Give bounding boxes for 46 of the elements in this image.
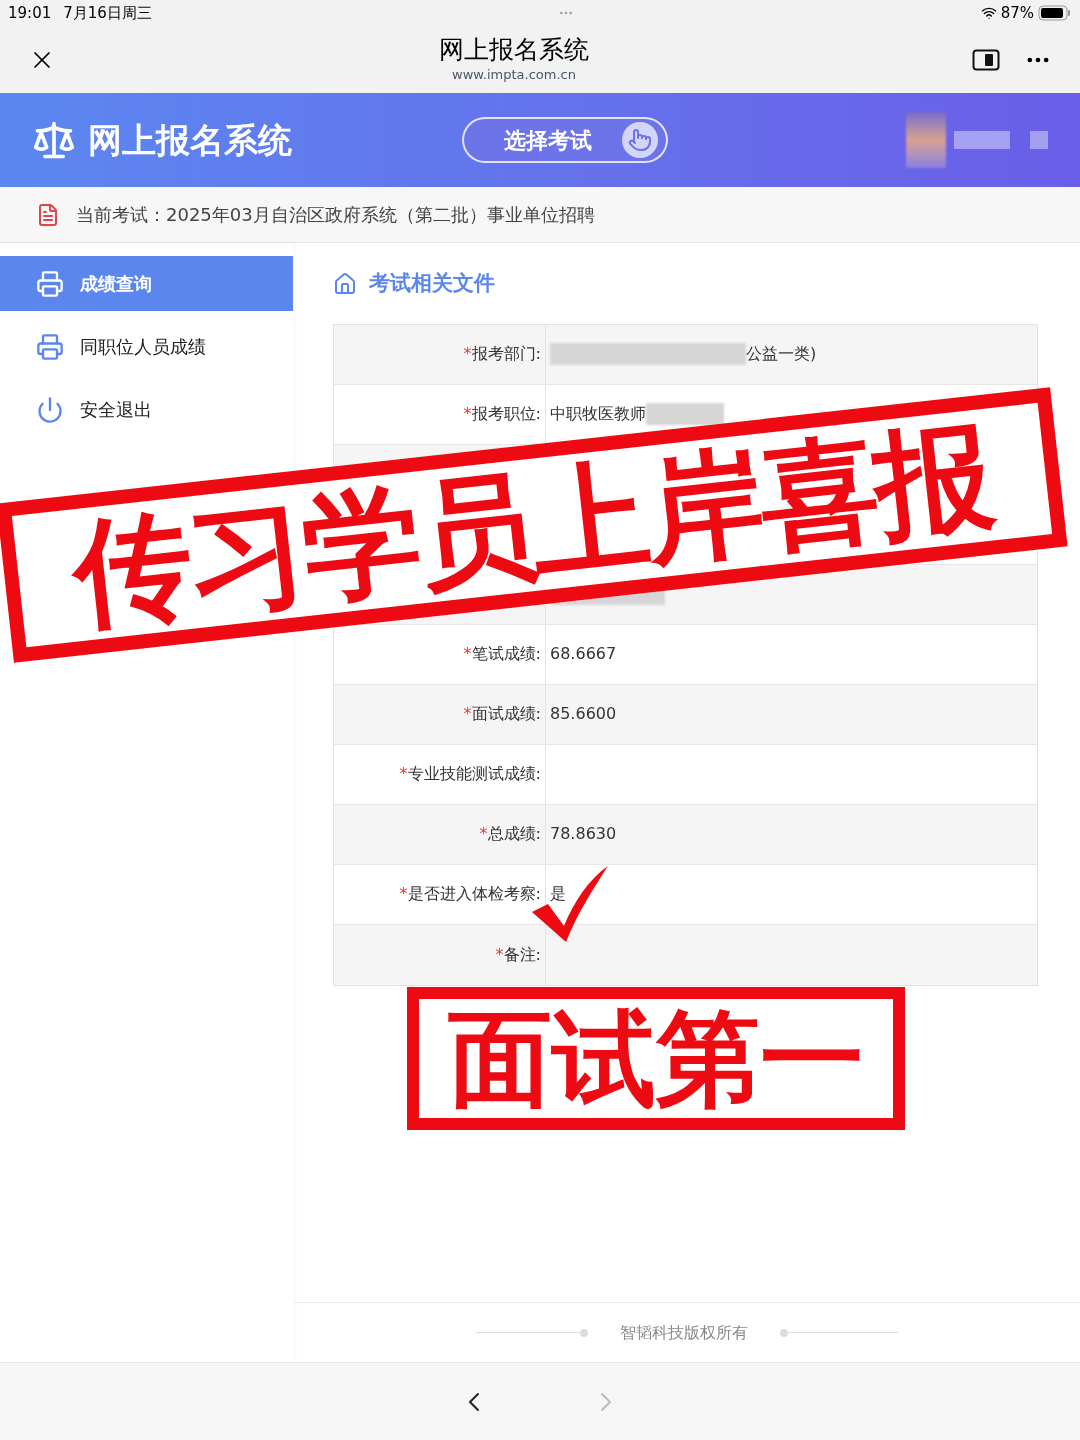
wifi-icon: [980, 5, 997, 21]
field-label: 是否进入体检考察:: [407, 883, 541, 905]
field-label: 总成绩:: [487, 823, 541, 845]
field-value: 中职牧医教师: [550, 403, 646, 425]
power-icon: [36, 395, 64, 424]
logo-text: 网上报名系统: [88, 118, 292, 162]
field-value: 公益一类): [746, 343, 817, 365]
copyright-text: 智韬科技版权所有: [619, 1321, 748, 1344]
select-exam-button[interactable]: 选择考试: [462, 117, 668, 163]
required-mark: *: [463, 403, 472, 425]
status-time: 19:01: [8, 2, 52, 24]
required-mark: *: [463, 703, 472, 725]
home-icon: [333, 271, 357, 296]
battery-icon: [1038, 5, 1072, 21]
required-mark: *: [463, 643, 472, 665]
required-mark: *: [479, 823, 488, 845]
promo-stamp: 面试第一: [407, 987, 905, 1130]
field-label: 备注:: [503, 943, 541, 966]
required-mark: *: [399, 763, 408, 785]
field-label: 专业技能测试成绩:: [407, 763, 541, 785]
username-redacted: [954, 131, 1010, 149]
field-label: 面试成绩:: [471, 703, 541, 725]
required-mark: *: [399, 883, 408, 905]
field-value: 68.6667: [550, 643, 617, 665]
printer-icon: [36, 269, 64, 298]
pointer-icon: [622, 122, 658, 158]
field-label: 笔试成绩:: [471, 643, 541, 665]
sidebar-item[interactable]: 同职位人员成绩: [0, 319, 293, 374]
battery-percent: 87%: [1000, 2, 1034, 24]
section-title: 考试相关文件: [369, 270, 495, 297]
split-view-icon[interactable]: [972, 48, 1000, 71]
current-exam-text: 当前考试：2025年03月自治区政府系统（第二批）事业单位招聘: [76, 203, 595, 227]
required-mark: *: [463, 343, 472, 365]
printer-icon: [36, 332, 64, 361]
avatar-redacted: [906, 112, 946, 168]
field-value: 85.6600: [550, 703, 617, 725]
menu-redacted: [1030, 131, 1048, 149]
page-title: 网上报名系统: [439, 34, 589, 66]
status-date: 7月16日周三: [63, 2, 152, 24]
field-label: 报考部门:: [471, 343, 541, 365]
required-mark: *: [495, 943, 504, 966]
field-label: 报考职位:: [471, 403, 541, 425]
page-url: www.impta.com.cn: [452, 66, 576, 85]
field-value: 是: [550, 883, 566, 905]
document-icon: [36, 202, 60, 227]
field-value: 78.8630: [550, 823, 617, 845]
